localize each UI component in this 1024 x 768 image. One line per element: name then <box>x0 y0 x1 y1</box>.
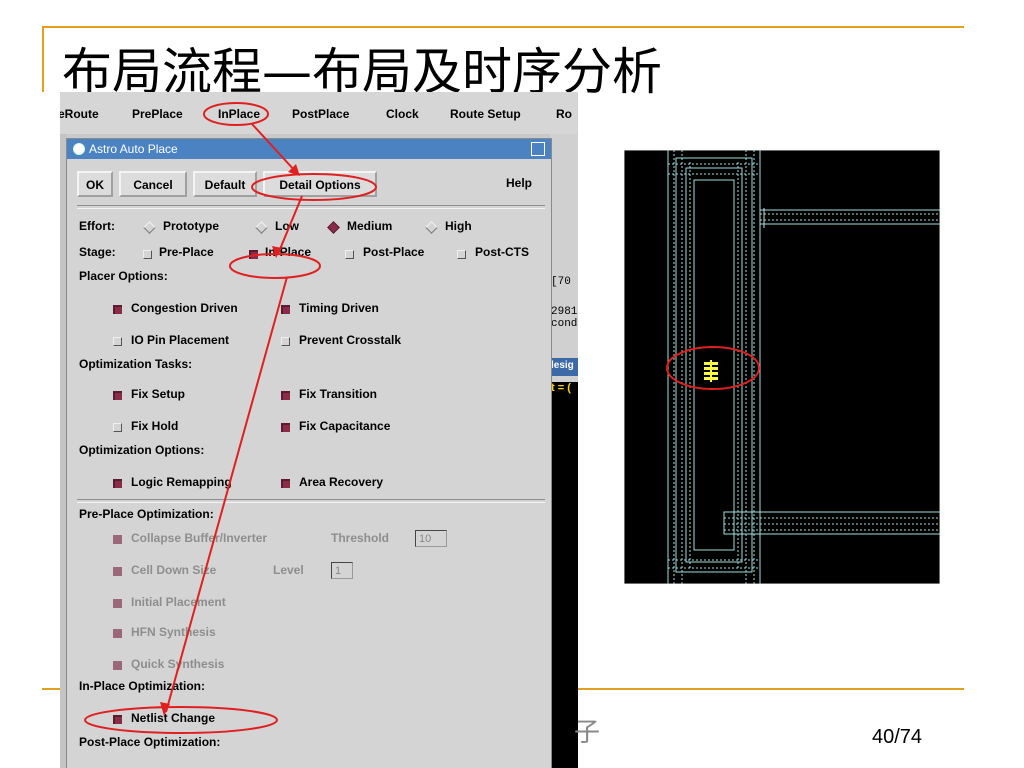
highlight-netlist-change <box>84 706 278 734</box>
partial-footer-text: 子 <box>574 718 601 748</box>
highlight-detail-options <box>251 173 377 201</box>
arrow-line <box>165 276 288 713</box>
page-number: 40/74 <box>872 726 923 748</box>
arrow-line <box>251 123 297 173</box>
arrowhead <box>160 702 170 716</box>
arrow-line <box>277 195 303 255</box>
arrowhead <box>272 246 282 258</box>
highlight-layout-cell <box>666 346 760 390</box>
highlight-inplace-menu <box>203 102 269 126</box>
annotation-layer <box>84 102 760 734</box>
highlight-inplace-stage <box>229 253 321 279</box>
